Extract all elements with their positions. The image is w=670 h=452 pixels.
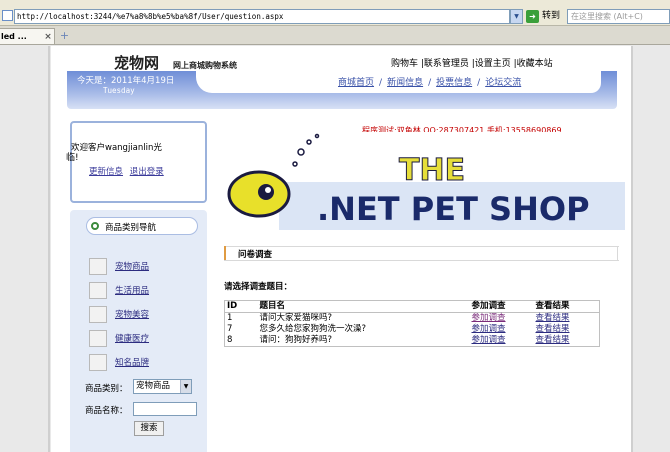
chevron-down-icon[interactable]: ▼ xyxy=(180,380,191,393)
category-title: 商品类别导航 xyxy=(105,223,157,233)
view-results-link[interactable]: 查看结果 xyxy=(534,324,600,335)
product-name-input[interactable] xyxy=(133,402,197,416)
table-header-row: ID 题目名 参加调查 查看结果 xyxy=(224,300,600,313)
search-button[interactable]: 搜索 xyxy=(134,421,164,436)
survey-id: 1 xyxy=(227,313,233,323)
close-tab-icon[interactable]: × xyxy=(43,32,53,42)
nav-news[interactable]: 新闻信息 xyxy=(387,78,423,88)
daily-goods-icon[interactable] xyxy=(89,282,107,299)
page-right-border xyxy=(631,46,633,452)
browser-tab[interactable]: led ... × xyxy=(0,28,55,44)
current-date: 今天是：2011年4月19日 xyxy=(77,76,175,86)
top-links[interactable]: 购物车 |联系管理员 |设置主页 |收藏本站 xyxy=(391,56,553,69)
table-row: 7 您多久给您家狗狗洗一次澡? 参加调查 查看结果 xyxy=(225,324,600,335)
survey-id: 7 xyxy=(227,324,233,334)
pet-shop-banner: THE .NET PET SHOP xyxy=(219,132,625,230)
category-brand[interactable]: 知名品牌 xyxy=(115,356,149,368)
banner-the-text: THE xyxy=(399,153,465,188)
go-arrow-icon[interactable]: ➜ xyxy=(526,10,539,23)
section-accent-bar xyxy=(224,246,226,260)
col-join: 参加调查 xyxy=(469,300,534,313)
nav-vote[interactable]: 投票信息 xyxy=(436,78,472,88)
nav-forum[interactable]: 论坛交流 xyxy=(485,78,521,88)
category-select-value: 宠物商品 xyxy=(136,381,171,391)
user-panel xyxy=(70,121,207,203)
welcome-text: 欢迎客户wangjianlin光 xyxy=(71,143,162,153)
main-nav: 商城首页 / 新闻信息 / 投票信息 / 论坛交流 xyxy=(338,78,522,88)
survey-prompt: 请选择调查题目： xyxy=(224,282,293,292)
banner-pet-shop-text: .NET PET SHOP xyxy=(317,190,590,228)
view-results-link[interactable]: 查看结果 xyxy=(534,335,600,347)
tab-title: led ... xyxy=(1,32,27,41)
section-bottom-border xyxy=(224,260,619,261)
table-row: 1 请问大家爱猫咪吗? 参加调查 查看结果 xyxy=(225,313,600,325)
survey-title: 请问大家爱猫咪吗? xyxy=(259,313,333,323)
category-pet-beauty[interactable]: 宠物美容 xyxy=(115,308,149,320)
join-survey-link[interactable]: 参加调查 xyxy=(470,324,534,335)
current-weekday: Tuesday xyxy=(103,86,135,95)
product-name-label: 商品名称： xyxy=(85,406,128,416)
go-button[interactable]: 转到 xyxy=(542,10,560,23)
user-links: 更新信息 退出登录 xyxy=(89,165,164,177)
col-id: ID xyxy=(224,300,258,313)
brand-icon[interactable] xyxy=(89,354,107,371)
page-left-border xyxy=(48,46,50,452)
category-label: 商品类别： xyxy=(85,384,128,394)
category-pet-goods[interactable]: 宠物商品 xyxy=(115,260,149,272)
web-page: 宠物网 网上商城购物系统 购物车 |联系管理员 |设置主页 |收藏本站 今天是：… xyxy=(51,46,631,452)
logout-link[interactable]: 退出登录 xyxy=(130,167,164,177)
view-results-link[interactable]: 查看结果 xyxy=(534,313,600,325)
url-input[interactable]: http://localhost:3244/%e7%a8%8b%e5%ba%8f… xyxy=(14,9,510,24)
survey-title: 请问：狗狗好养吗? xyxy=(259,335,333,345)
pet-beauty-icon[interactable] xyxy=(89,306,107,323)
page-icon xyxy=(2,10,13,21)
tab-bar: led ... × + xyxy=(0,26,670,45)
survey-table: ID 题目名 参加调查 查看结果 1 请问大家爱猫咪吗? 参加调查 查看结果 7… xyxy=(224,300,600,347)
address-bar: http://localhost:3244/%e7%a8%8b%e5%ba%8f… xyxy=(0,0,670,26)
section-top-border xyxy=(224,246,619,247)
health-icon[interactable] xyxy=(89,330,107,347)
category-select[interactable]: 宠物商品 ▼ xyxy=(133,379,192,394)
survey-title: 您多久给您家狗狗洗一次澡? xyxy=(259,324,367,334)
col-results: 查看结果 xyxy=(533,300,600,313)
update-info-link[interactable]: 更新信息 xyxy=(89,167,123,177)
site-subtitle: 网上商城购物系统 xyxy=(173,61,237,70)
category-daily-goods[interactable]: 生活用品 xyxy=(115,284,149,296)
new-tab-icon[interactable]: + xyxy=(58,29,71,42)
category-health[interactable]: 健康医疗 xyxy=(115,332,149,344)
site-logo[interactable]: 宠物网 xyxy=(114,52,159,73)
browser-search-input[interactable]: 在这里搜索 (Alt+C) xyxy=(567,9,670,24)
survey-id: 8 xyxy=(227,335,233,345)
pet-goods-icon[interactable] xyxy=(89,258,107,275)
join-survey-link[interactable]: 参加调查 xyxy=(470,335,534,347)
nav-home[interactable]: 商城首页 xyxy=(338,78,374,88)
section-right-border xyxy=(617,246,618,260)
table-row: 8 请问：狗狗好养吗? 参加调查 查看结果 xyxy=(225,335,600,347)
bullet-icon xyxy=(91,222,99,230)
welcome-overflow-text: 临! xyxy=(66,153,79,163)
join-survey-link[interactable]: 参加调查 xyxy=(470,313,534,325)
section-title: 问卷调查 xyxy=(238,250,273,260)
col-title: 题目名 xyxy=(257,300,470,313)
url-dropdown-icon[interactable]: ▼ xyxy=(510,9,523,24)
